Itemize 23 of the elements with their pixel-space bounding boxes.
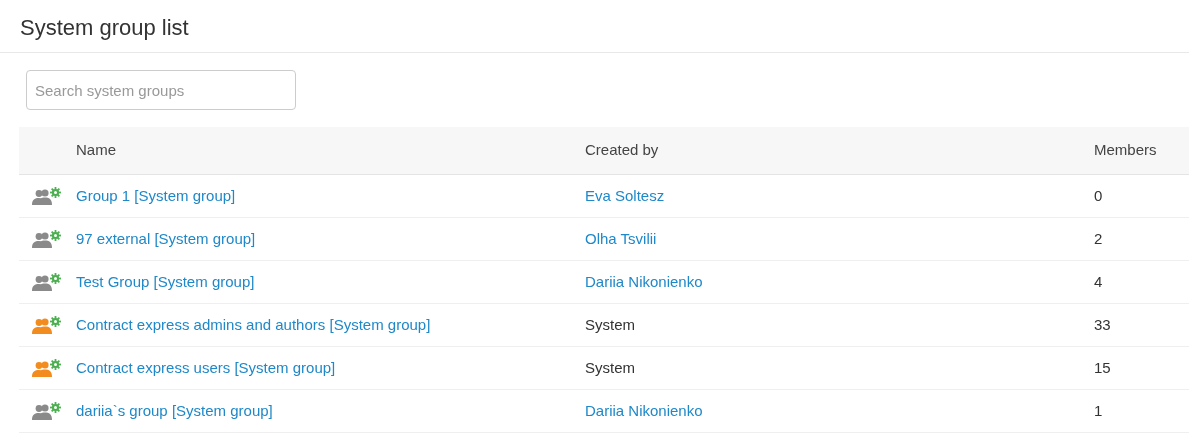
- members-count: 2: [1094, 228, 1103, 249]
- creator-text: System: [585, 315, 635, 333]
- members-count: 4: [1094, 271, 1103, 292]
- column-header: Created by: [585, 140, 660, 161]
- page-title: System group list: [20, 14, 190, 42]
- group-name-link[interactable]: Group 1 [System group]: [76, 186, 236, 204]
- group-name-link[interactable]: Test Group [System group]: [76, 272, 255, 290]
- group-name-link[interactable]: Contract express users [System group]: [76, 358, 336, 376]
- group-name-link[interactable]: 97 external [System group]: [76, 229, 256, 247]
- column-header: Name: [76, 140, 117, 161]
- members-count: 15: [1094, 357, 1111, 378]
- members-count: 33: [1094, 314, 1111, 335]
- search-field[interactable]: Search system groups: [26, 70, 296, 110]
- members-count: 0: [1094, 185, 1103, 206]
- group-name-link[interactable]: dariia`s group [System group]: [76, 401, 273, 419]
- group-name-link[interactable]: Contract express admins and authors [System group]: [76, 315, 431, 333]
- column-header: Members: [1094, 140, 1157, 161]
- members-count: 1: [1094, 400, 1103, 421]
- creator-link[interactable]: Eva Soltesz: [585, 186, 665, 204]
- creator-link[interactable]: Olha Tsvilii: [585, 229, 657, 247]
- creator-text: System: [585, 358, 635, 376]
- creator-link[interactable]: Dariia Nikonienko: [585, 272, 703, 290]
- creator-link[interactable]: Dariia Nikonienko: [585, 401, 703, 419]
